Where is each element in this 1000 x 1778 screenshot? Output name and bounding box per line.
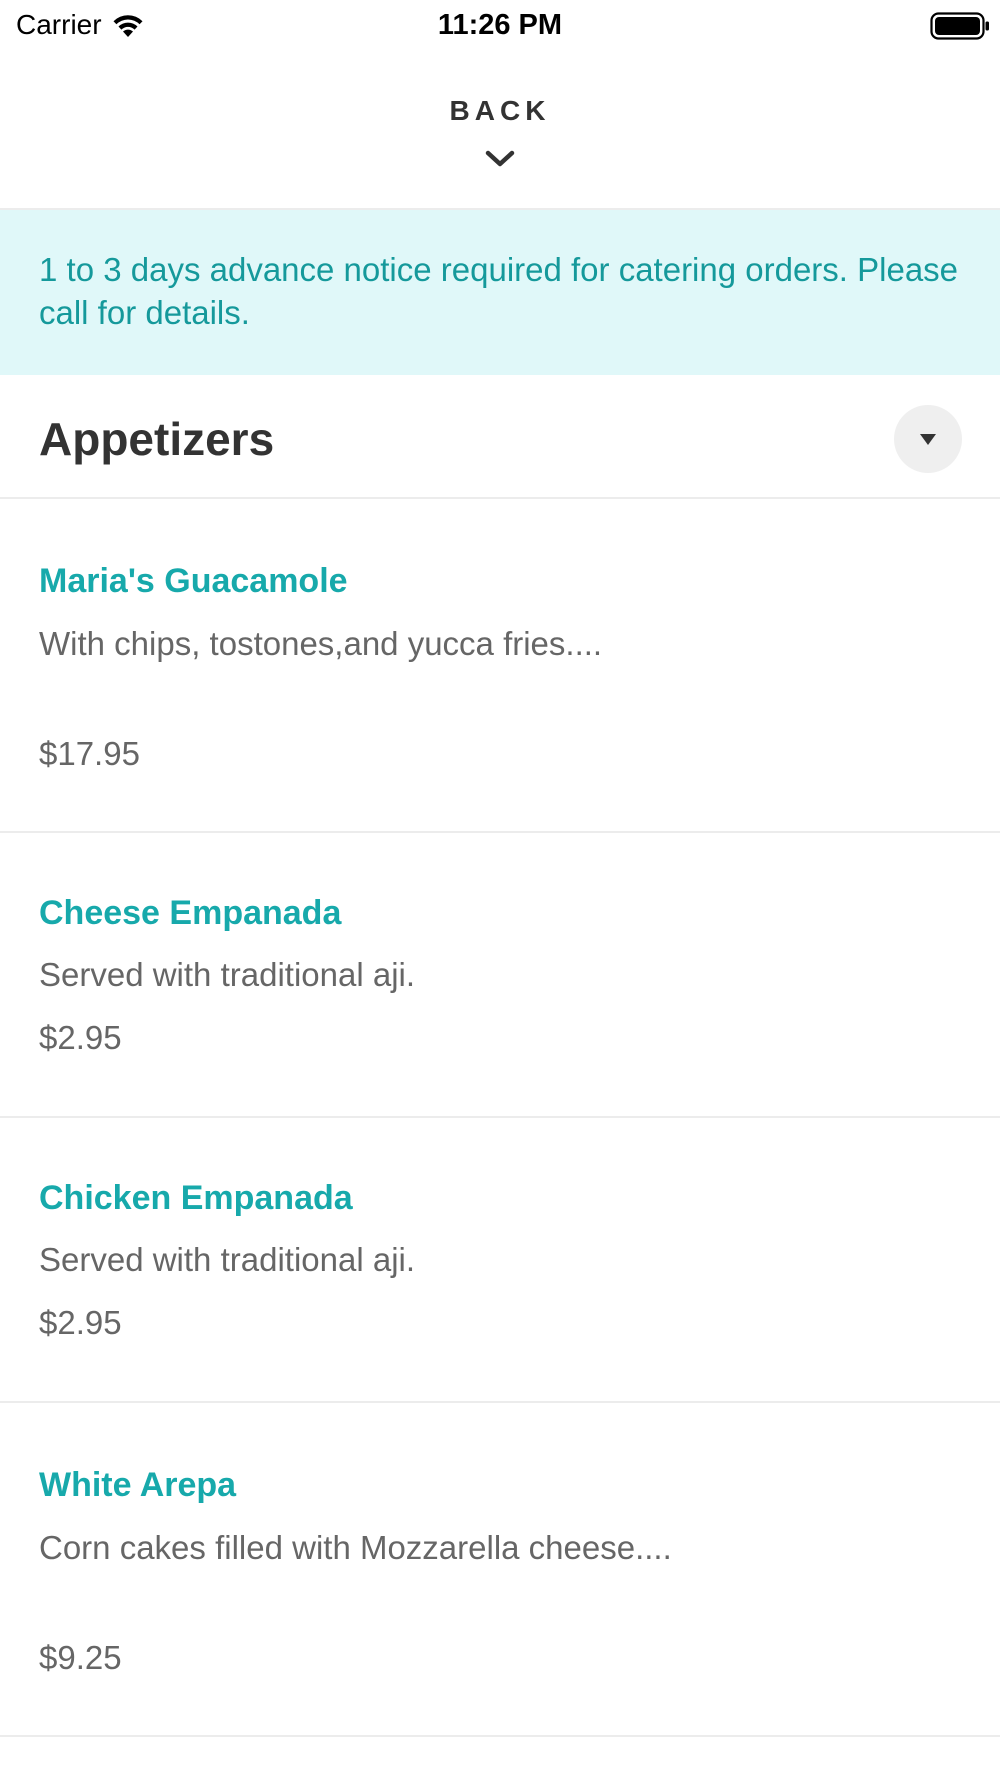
notice-text: 1 to 3 days advance notice required for … [39, 251, 959, 331]
menu-item-price: $9.25 [39, 1639, 122, 1676]
menu-item-description: Served with traditional aji. [39, 956, 416, 993]
menu-item-description: Served with traditional aji. [39, 1241, 416, 1278]
clock: 11:26 PM [437, 9, 563, 41]
menu-item[interactable]: Chicken Empanada Served with traditional… [0, 1118, 1000, 1403]
menu-item[interactable]: Maria's Guacamole With chips, tostones,a… [0, 499, 1000, 833]
category-toggle-button[interactable] [894, 405, 962, 473]
menu-item-name: Cheese Empanada [39, 894, 342, 932]
status-bar: Carrier 11:26 PM [0, 0, 1000, 50]
menu-item-description: Corn cakes filled with Mozzarella cheese… [39, 1529, 672, 1566]
catering-notice-banner: 1 to 3 days advance notice required for … [0, 210, 1000, 375]
back-button[interactable]: BACK [0, 50, 1000, 210]
chevron-down-icon [485, 150, 515, 167]
battery-full-icon [930, 12, 989, 40]
menu-item-description: With chips, tostones,and yucca fries.... [39, 625, 603, 662]
menu-item[interactable]: White Arepa Corn cakes filled with Mozza… [0, 1403, 1000, 1737]
menu-item-name: Chicken Empanada [39, 1179, 353, 1217]
menu-item[interactable]: Cheese Empanada Served with traditional … [0, 833, 1000, 1118]
category-title: Appetizers [39, 413, 275, 465]
menu-item-price: $2.95 [39, 1304, 122, 1341]
menu-item-name: White Arepa [39, 1466, 237, 1504]
menu-item-name: Maria's Guacamole [39, 562, 348, 600]
menu-item-price: $17.95 [39, 735, 140, 772]
back-label: BACK [449, 95, 551, 126]
menu-item-list: Maria's Guacamole With chips, tostones,a… [0, 499, 1000, 1737]
menu-item-price: $2.95 [39, 1019, 122, 1056]
caret-down-icon [920, 434, 936, 445]
category-header: Appetizers [0, 375, 1000, 499]
